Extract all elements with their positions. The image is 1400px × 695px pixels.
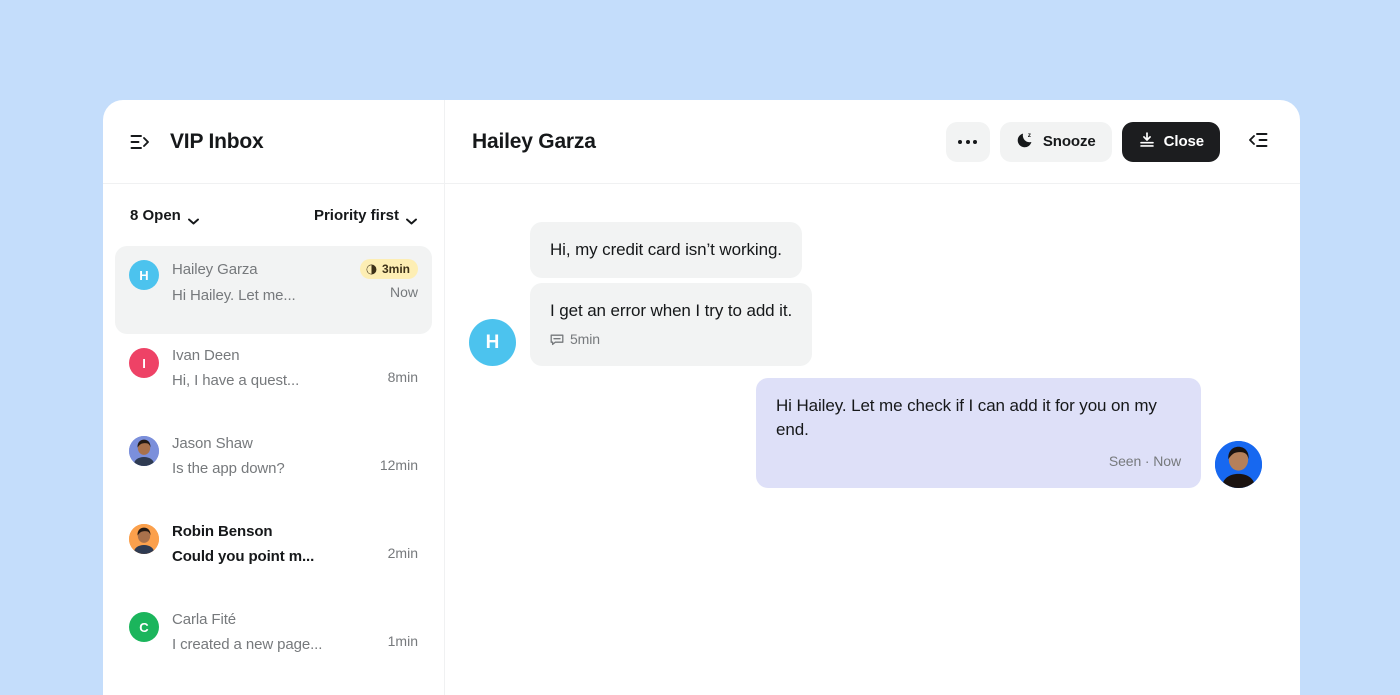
message-bubble[interactable]: I get an error when I try to add it. 5min	[530, 283, 813, 367]
message-text: Hi Hailey. Let me check if I can add it …	[776, 396, 1157, 440]
status-badge-label: 3min	[381, 262, 410, 276]
inbox-filter-row: 8 Open Priority first	[103, 184, 444, 246]
message-meta-label: Seen · Now	[1108, 453, 1181, 470]
svg-text:z: z	[1028, 132, 1032, 139]
chevron-down-icon	[406, 212, 417, 224]
conversation-preview-row: I created a new page... 1min	[172, 628, 418, 654]
sort-filter-dropdown[interactable]: Priority first	[314, 207, 417, 224]
conversation-preview: I created a new page...	[172, 636, 323, 653]
inbox-header: VIP Inbox	[103, 100, 444, 184]
avatar: H	[469, 319, 516, 367]
conversation-summary: Hailey Garza 3min Hi Hailey. Let me... Now	[172, 258, 418, 304]
message-meta: 5min	[550, 330, 792, 350]
avatar: I	[129, 348, 159, 378]
conversation-name-row: Ivan Deen	[172, 347, 418, 364]
conversation-name: Hailey Garza	[172, 260, 258, 278]
conversation-preview-row: Hi, I have a quest... 8min	[172, 364, 418, 390]
conversation-list-item[interactable]: C Carla Fité I created a new page... 1min	[115, 598, 432, 686]
conversation-name-row: Robin Benson	[172, 523, 418, 540]
message-meta: Seen · Now	[776, 452, 1181, 472]
conversation-preview: Hi Hailey. Let me...	[172, 287, 296, 304]
message-bubble[interactable]: Hi Hailey. Let me check if I can add it …	[756, 378, 1201, 489]
avatar	[129, 436, 159, 466]
conversation-summary: Robin Benson Could you point m... 2min	[172, 522, 418, 565]
chevron-down-icon	[187, 212, 199, 224]
status-filter-label: 8 Open	[130, 206, 181, 224]
conversation-list-item[interactable]: I Ivan Deen Hi, I have a quest... 8min	[115, 334, 432, 422]
conversation-title: Hailey Garza	[472, 129, 596, 153]
archive-down-icon	[1138, 131, 1156, 153]
conversation-timestamp: 8min	[387, 368, 418, 385]
half-circle-timer-icon	[366, 264, 377, 275]
conversation-name: Jason Shaw	[172, 435, 253, 452]
conversation-list-item[interactable]: Robin Benson Could you point m... 2min	[115, 510, 432, 598]
conversation-summary: Jason Shaw Is the app down? 12min	[172, 434, 418, 477]
conversation-timestamp: Now	[389, 283, 418, 300]
conversation-list-item[interactable]: H Hailey Garza 3min Hi Hailey. Let me... Now	[115, 246, 432, 334]
avatar	[129, 524, 159, 554]
conversation-name-row: Jason Shaw	[172, 435, 418, 452]
conversation-list: H Hailey Garza 3min Hi Hailey. Let me... Now…	[103, 246, 444, 695]
reply-bubble-icon	[550, 333, 564, 347]
message-row: Hi Hailey. Let me check if I can add it …	[469, 378, 1262, 489]
message-text: I get an error when I try to add it.	[550, 301, 793, 321]
conversation-list-item[interactable]: Jason Shaw Is the app down? 12min	[115, 422, 432, 510]
conversation-panel: Hailey Garza z Snooze Close H Hi, my cre…	[445, 100, 1300, 695]
inbox-title: VIP Inbox	[170, 129, 264, 153]
status-filter-dropdown[interactable]: 8 Open	[130, 207, 199, 224]
ellipsis-icon	[958, 139, 978, 144]
snooze-button-label: Snooze	[1042, 133, 1096, 150]
screenshot-root: VIP Inbox 8 Open Priority first H Hailey…	[0, 0, 1400, 695]
conversation-timestamp: 1min	[387, 632, 418, 649]
status-badge: 3min	[359, 259, 418, 279]
conversation-preview-row: Could you point m... 2min	[172, 540, 418, 566]
conversation-timestamp: 12min	[379, 456, 418, 473]
close-conversation-button[interactable]: Close	[1121, 121, 1220, 162]
moon-z-icon: z	[1016, 130, 1035, 153]
message-row: H Hi, my credit card isn’t working. I get …	[469, 222, 1262, 367]
conversation-name: Carla Fité	[172, 611, 237, 628]
more-options-button[interactable]	[945, 121, 990, 162]
snooze-button[interactable]: z Snooze	[999, 121, 1112, 162]
close-button-label: Close	[1163, 133, 1204, 150]
conversation-preview-row: Is the app down? 12min	[172, 452, 418, 478]
message-avatar-slot: H	[469, 319, 516, 367]
conversation-header: Hailey Garza z Snooze Close	[445, 100, 1300, 184]
avatar: H	[129, 260, 159, 290]
conversation-summary: Carla Fité I created a new page... 1min	[172, 610, 418, 653]
message-avatar-slot	[1215, 441, 1262, 489]
inbox-panel: VIP Inbox 8 Open Priority first H Hailey…	[103, 100, 445, 695]
panel-collapse-button[interactable]	[1238, 122, 1278, 162]
message-bubble[interactable]: Hi, my credit card isn’t working.	[530, 222, 802, 279]
conversation-name: Robin Benson	[172, 523, 273, 540]
conversation-preview: Is the app down?	[172, 460, 285, 477]
conversation-preview: Hi, I have a quest...	[172, 372, 300, 389]
message-bubble-stack: Hi, my credit card isn’t working. I get a…	[530, 222, 813, 367]
panel-expand-icon[interactable]	[130, 132, 150, 152]
conversation-name: Ivan Deen	[172, 347, 240, 364]
conversation-timestamp: 2min	[387, 544, 418, 561]
conversation-preview-row: Hi Hailey. Let me... Now	[172, 279, 418, 305]
panel-collapse-icon	[1248, 130, 1268, 153]
message-thread: H Hi, my credit card isn’t working. I get …	[445, 184, 1300, 695]
avatar: C	[129, 612, 159, 642]
message-text: Hi, my credit card isn’t working.	[550, 240, 782, 259]
conversation-preview: Could you point m...	[172, 548, 315, 565]
app-window: VIP Inbox 8 Open Priority first H Hailey…	[103, 100, 1300, 695]
conversation-name-row: Carla Fité	[172, 611, 418, 628]
message-meta-label: 5min	[570, 331, 600, 348]
avatar	[1215, 441, 1262, 489]
conversation-summary: Ivan Deen Hi, I have a quest... 8min	[172, 346, 418, 389]
conversation-name-row: Hailey Garza 3min	[172, 259, 418, 279]
sort-filter-label: Priority first	[313, 206, 399, 224]
